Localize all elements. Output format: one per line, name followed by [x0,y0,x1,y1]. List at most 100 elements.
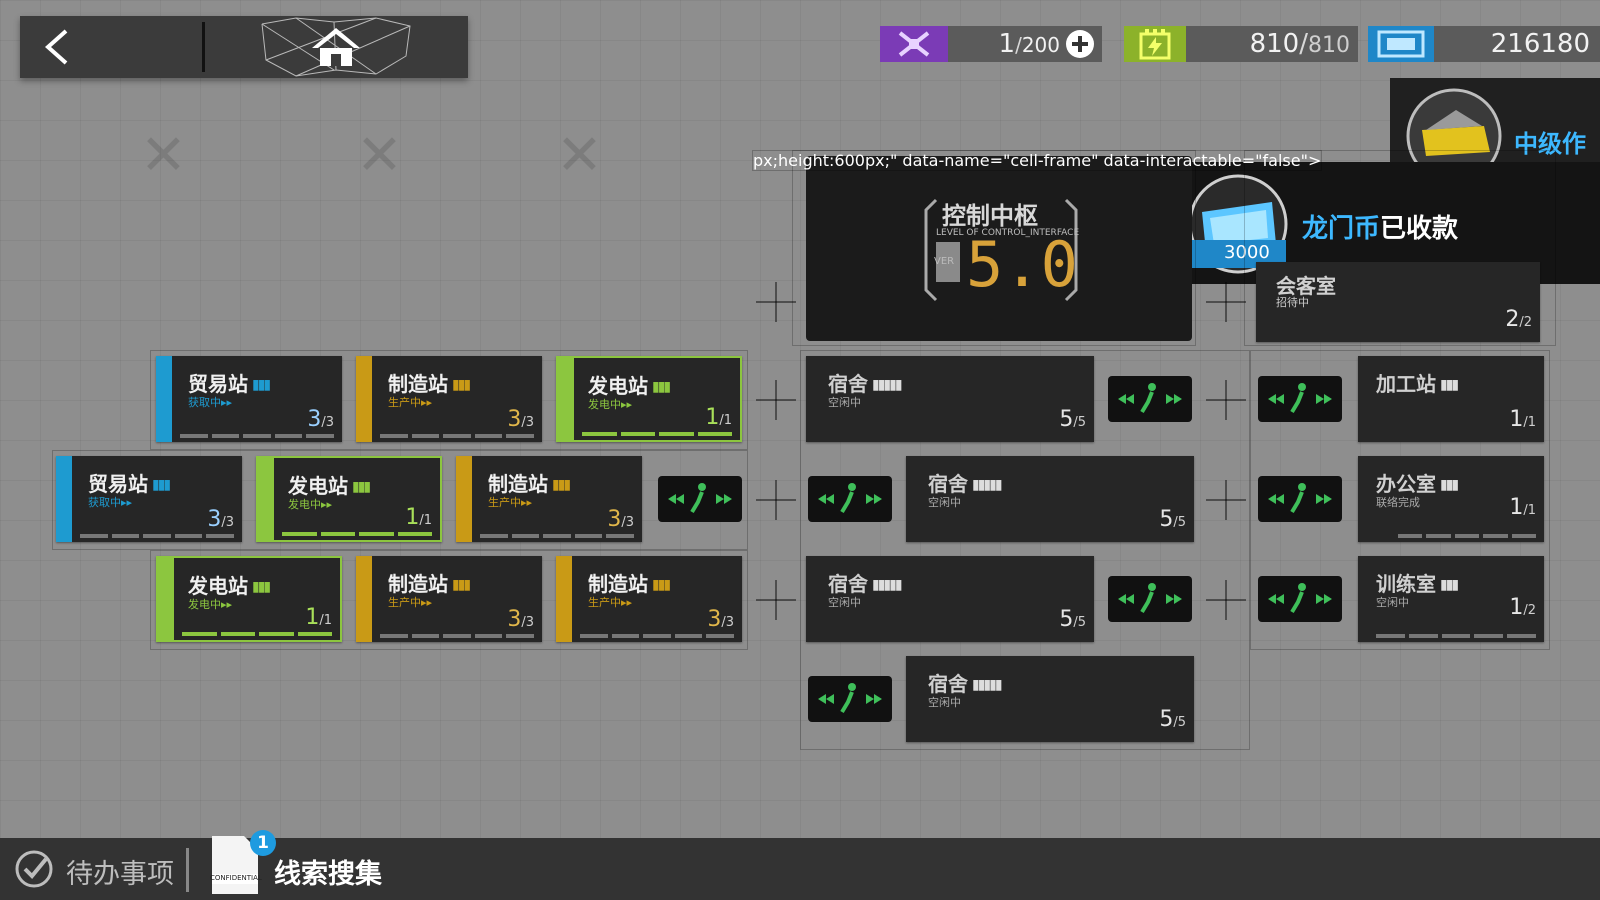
bottom-divider [186,848,189,892]
back-button[interactable] [20,16,200,78]
power-plant-room[interactable]: 发电站 ▮▮▮ 发电中▸▸ 1/1 [556,356,742,442]
room-name-text: 办公室 [1376,472,1436,496]
room-progress [582,432,732,436]
room-occupancy: 3/3 [607,507,634,532]
todo-button[interactable]: 待办事项 [0,838,184,900]
power-max: 810 [1308,33,1350,58]
room-name-text: 训练室 [1376,572,1436,596]
power-counter[interactable]: 810/810 [1124,26,1358,62]
factory-room[interactable]: 制造站 ▮▮▮ 生产中▸▸ 3/3 [356,356,542,442]
trade-post-room[interactable]: 贸易站 ▮▮▮ 获取中▸▸ 3/3 [156,356,342,442]
stairs-icon[interactable] [1108,376,1192,422]
lmd-counter[interactable]: 216180 [1368,26,1600,62]
dormitory-room[interactable]: 宿舍 ▮▮▮▮▮ 空闲中 5/5 [906,456,1194,542]
control-center-room[interactable]: 控制中枢 LEVEL OF CONTROL_INTERFACE VER 5.0 [806,156,1192,341]
factory-room[interactable]: 制造站 ▮▮▮ 生产中▸▸ 3/3 [556,556,742,642]
room-occupancy: 5/5 [1059,607,1086,632]
power-plant-room[interactable]: 发电站 ▮▮▮ 发电中▸▸ 1/1 [256,456,442,542]
drone-current: 1 [998,29,1016,59]
room-name: 制造站 ▮▮▮ [588,572,671,596]
dormitory-room[interactable]: 宿舍 ▮▮▮▮▮ 空闲中 5/5 [906,656,1194,742]
room-progress [1398,534,1537,538]
room-status: 发电中▸▸ [588,398,633,411]
crosshair-marker [756,480,796,520]
crosshair-marker [756,580,796,620]
office-room[interactable]: 办公室 ▮▮▮ 联络完成 1/1 [1358,456,1544,542]
room-status: 招待中 [1276,296,1309,309]
stairs-icon[interactable] [808,676,892,722]
room-name: 发电站 ▮▮▮ [588,374,671,398]
power-current: 810 [1249,29,1300,59]
room-name: 发电站 ▮▮▮ [188,574,271,598]
nav-bar [20,16,468,78]
occupancy-count: 5 [1159,507,1174,532]
factory-room[interactable]: 制造站 ▮▮▮ 生产中▸▸ 3/3 [456,456,642,542]
power-plant-room[interactable]: 发电站 ▮▮▮ 发电中▸▸ 1/1 [156,556,342,642]
room-name: 制造站 ▮▮▮ [388,572,471,596]
room-occupancy: 1/1 [1509,495,1536,520]
workshop-room[interactable]: 加工站 ▮▮▮ 1/1 [1358,356,1544,442]
crosshair-marker [756,380,796,420]
room-name: 制造站 ▮▮▮ [488,472,571,496]
room-occupancy: 3/3 [707,607,734,632]
occupancy-max: 5 [1177,515,1186,530]
room-status: 发电中▸▸ [188,598,233,611]
occupancy-max: 5 [1077,415,1086,430]
room-name: 贸易站 ▮▮▮ [188,372,271,396]
dormitory-room[interactable]: 宿舍 ▮▮▮▮▮ 空闲中 5/5 [806,556,1094,642]
stairs-icon[interactable] [658,476,742,522]
room-name-text: 宿舍 [828,372,868,396]
room-progress [180,434,334,438]
stairs-icon[interactable] [808,476,892,522]
stairs-icon[interactable] [1108,576,1192,622]
room-status: 生产中▸▸ [488,496,533,509]
clue-collection-button[interactable]: CONFIDENTIAL 1 线索搜集 [196,824,406,900]
drone-counter[interactable]: 1/200 [880,26,1102,62]
home-icon [261,17,411,77]
room-progress [580,634,734,638]
room-name-text: 贸易站 [88,472,148,496]
room-occupancy: 1/1 [305,605,332,630]
battery-icon [1124,26,1186,62]
stairs-icon[interactable] [1258,376,1342,422]
occupancy-max: 2 [1523,315,1532,330]
occupancy-count: 3 [207,507,222,532]
stairs-icon[interactable] [1258,476,1342,522]
trade-post-room[interactable]: 贸易站 ▮▮▮ 获取中▸▸ 3/3 [56,456,242,542]
room-occupancy: 3/3 [207,507,234,532]
room-status: 空闲中 [1376,596,1409,609]
dormitory-room[interactable]: 宿舍 ▮▮▮▮▮ 空闲中 5/5 [806,356,1094,442]
todo-label: 待办事项 [66,859,174,890]
home-button[interactable] [256,16,416,78]
document-stamp-text: CONFIDENTIAL [210,874,262,882]
room-status: 生产中▸▸ [388,596,433,609]
occupancy-count: 5 [1059,407,1074,432]
running-man-icon [818,683,882,714]
reception-room[interactable]: 会客室 招待中 2/2 [1256,262,1540,342]
room-status: 获取中▸▸ [188,396,233,409]
add-drone-button[interactable] [1066,30,1094,58]
room-occupancy: 1/2 [1509,595,1536,620]
room-progress [182,632,332,636]
background-mark: ✕ [556,123,603,188]
room-occupancy: 1/1 [705,405,732,430]
room-name-text: 制造站 [388,372,448,396]
training-room[interactable]: 训练室 ▮▮▮ 空闲中 1/2 [1358,556,1544,642]
factory-room[interactable]: 制造站 ▮▮▮ 生产中▸▸ 3/3 [356,556,542,642]
room-occupancy: 1/1 [405,505,432,530]
room-occupancy: 3/3 [507,607,534,632]
room-name-text: 加工站 [1376,372,1436,396]
room-status: 空闲中 [828,396,861,409]
stairs-icon[interactable] [1258,576,1342,622]
background-mark: ✕ [356,123,403,188]
room-name: 宿舍 ▮▮▮▮▮ [828,372,902,396]
room-status: 生产中▸▸ [388,396,433,409]
nav-divider [202,22,205,72]
room-name-text: 制造站 [488,472,548,496]
room-occupancy: 5/5 [1059,407,1086,432]
room-name: 宿舍 ▮▮▮▮▮ [828,572,902,596]
room-name: 加工站 ▮▮▮ [1376,372,1459,396]
occupancy-max: 3 [225,515,234,530]
drone-max: 200 [1021,33,1060,57]
chevron-left-icon [44,29,68,65]
